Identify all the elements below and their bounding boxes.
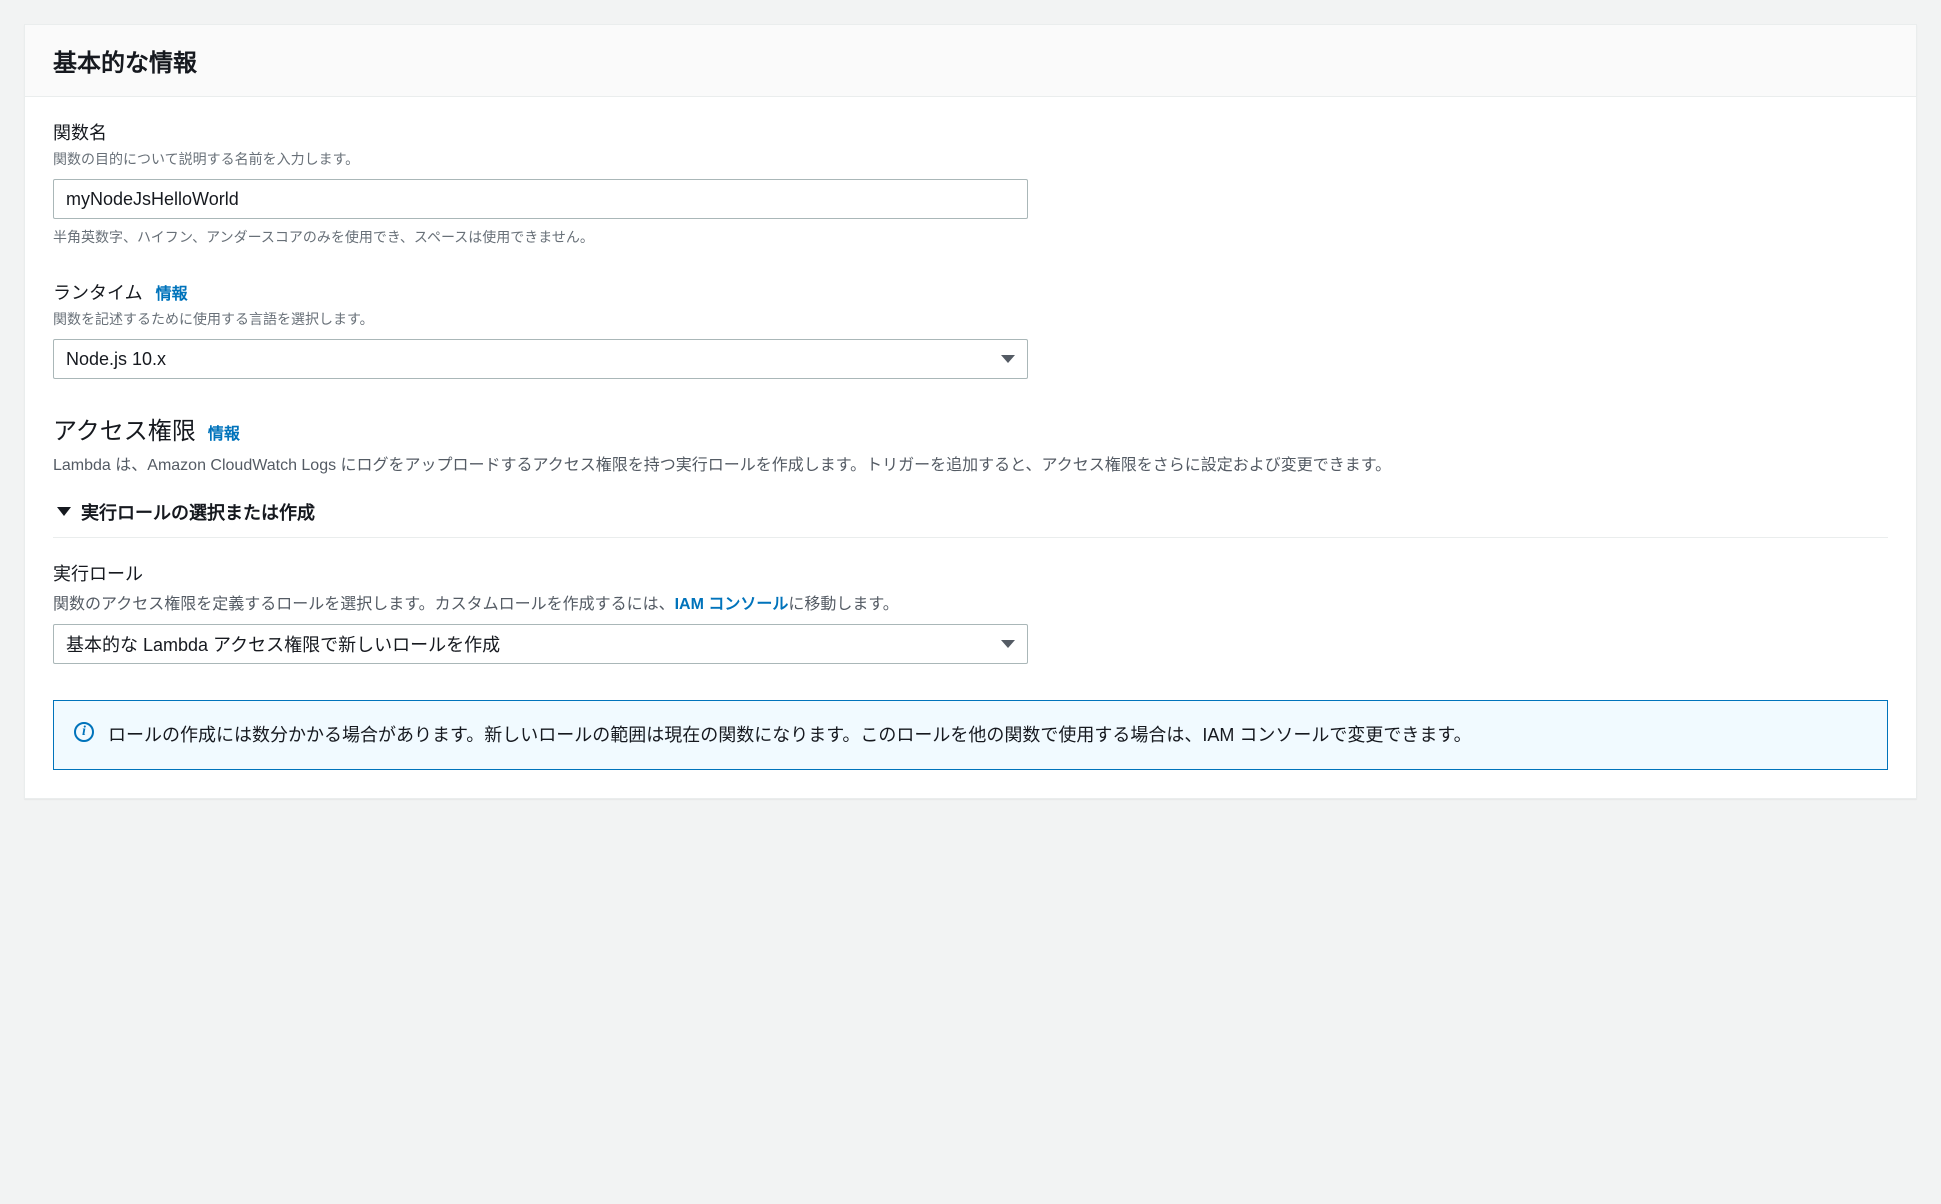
caret-down-icon xyxy=(57,507,71,516)
panel-body: 関数名 関数の目的について説明する名前を入力します。 半角英数字、ハイフン、アン… xyxy=(25,97,1916,798)
runtime-desc: 関数を記述するために使用する言語を選択します。 xyxy=(53,309,1888,329)
execution-role-desc-suffix: に移動します。 xyxy=(788,596,898,613)
runtime-label-row: ランタイム 情報 xyxy=(53,279,1888,305)
execution-role-label: 実行ロール xyxy=(53,560,1888,586)
runtime-field: ランタイム 情報 関数を記述するために使用する言語を選択します。 Node.js… xyxy=(53,279,1888,379)
info-icon: i xyxy=(74,722,94,742)
permissions-heading: アクセス権限 xyxy=(53,411,196,446)
role-info-alert: i ロールの作成には数分かかる場合があります。新しいロールの範囲は現在の関数にな… xyxy=(53,700,1888,770)
panel-header: 基本的な情報 xyxy=(25,25,1916,97)
runtime-select[interactable]: Node.js 10.x xyxy=(53,339,1028,379)
chevron-down-icon xyxy=(1001,640,1015,648)
runtime-info-link[interactable]: 情報 xyxy=(156,286,188,303)
iam-console-link[interactable]: IAM コンソール xyxy=(675,596,789,613)
permissions-info-link[interactable]: 情報 xyxy=(208,420,240,444)
execution-role-selected-value: 基本的な Lambda アクセス権限で新しいロールを作成 xyxy=(66,631,500,657)
execution-role-expander[interactable]: 実行ロールの選択または作成 xyxy=(53,491,1888,538)
permissions-desc: Lambda は、Amazon CloudWatch Logs にログをアップロ… xyxy=(53,452,1888,481)
runtime-label: ランタイム xyxy=(53,283,143,303)
function-name-input[interactable] xyxy=(53,179,1028,219)
page-root: 基本的な情報 関数名 関数の目的について説明する名前を入力します。 半角英数字、… xyxy=(0,0,1941,823)
permissions-section: アクセス権限 情報 Lambda は、Amazon CloudWatch Log… xyxy=(53,411,1888,770)
basic-info-panel: 基本的な情報 関数名 関数の目的について説明する名前を入力します。 半角英数字、… xyxy=(24,24,1917,799)
expander-label: 実行ロールの選択または作成 xyxy=(81,499,315,525)
execution-role-desc: 関数のアクセス権限を定義するロールを選択します。カスタムロールを作成するには、I… xyxy=(53,590,1888,614)
role-info-text: ロールの作成には数分かかる場合があります。新しいロールの範囲は現在の関数になりま… xyxy=(108,719,1472,751)
execution-role-select[interactable]: 基本的な Lambda アクセス権限で新しいロールを作成 xyxy=(53,624,1028,664)
function-name-hint: 半角英数字、ハイフン、アンダースコアのみを使用でき、スペースは使用できません。 xyxy=(53,227,1888,247)
function-name-field: 関数名 関数の目的について説明する名前を入力します。 半角英数字、ハイフン、アン… xyxy=(53,119,1888,247)
panel-title: 基本的な情報 xyxy=(53,43,1888,78)
execution-role-field: 実行ロール 関数のアクセス権限を定義するロールを選択します。カスタムロールを作成… xyxy=(53,560,1888,664)
function-name-label: 関数名 xyxy=(53,119,1888,145)
chevron-down-icon xyxy=(1001,355,1015,363)
execution-role-desc-prefix: 関数のアクセス権限を定義するロールを選択します。カスタムロールを作成するには、 xyxy=(53,596,675,613)
runtime-selected-value: Node.js 10.x xyxy=(66,349,166,370)
function-name-desc: 関数の目的について説明する名前を入力します。 xyxy=(53,149,1888,169)
permissions-heading-row: アクセス権限 情報 xyxy=(53,411,1888,446)
